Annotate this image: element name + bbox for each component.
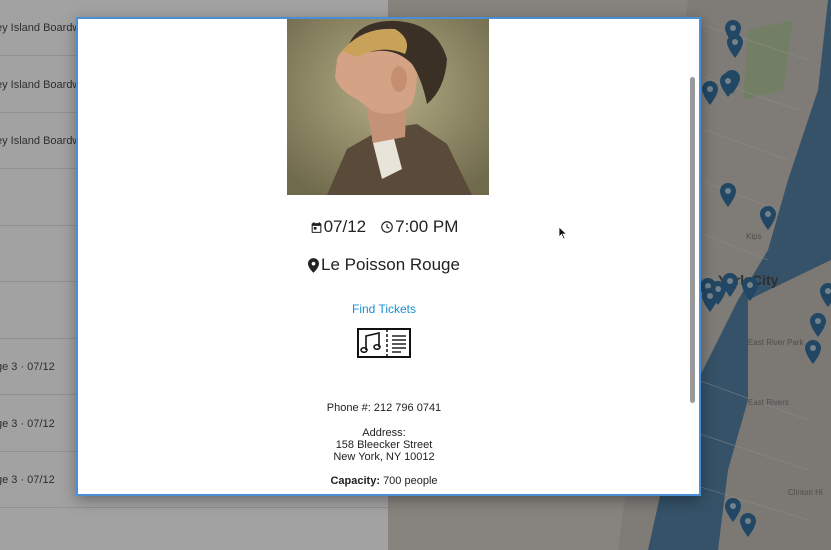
capacity-label: Capacity: — [330, 475, 380, 487]
venue-phone: Phone #: 212 796 0741 — [326, 402, 442, 414]
event-time: 7:00 PM — [380, 217, 458, 237]
clock-icon — [381, 221, 393, 233]
modal-scrollbar[interactable] — [690, 19, 696, 494]
calendar-icon — [311, 221, 321, 233]
venue-name: Le Poisson Rouge — [321, 255, 460, 274]
find-tickets-label: Find Tickets — [351, 302, 417, 316]
modal-scrollbar-thumb[interactable] — [690, 77, 695, 403]
capacity-value: 700 people — [383, 475, 438, 487]
ticket-button[interactable] — [78, 328, 690, 358]
music-ticket-icon — [357, 328, 411, 358]
venue-capacity: Capacity: 700 people — [78, 475, 690, 487]
find-tickets-link[interactable]: Find Tickets — [78, 302, 690, 316]
address-line-1: 158 Bleecker Street — [335, 439, 433, 451]
event-date-text: 07/12 — [323, 217, 367, 236]
address-label: Address: — [362, 427, 406, 439]
mouse-cursor-icon — [558, 226, 568, 240]
map-pin-icon — [308, 257, 320, 273]
event-datetime: 07/12 7:00 PM — [78, 217, 690, 237]
event-detail-modal: 07/12 7:00 PM Le Poisson Rouge Find Tick… — [76, 17, 701, 496]
event-time-text: 7:00 PM — [395, 217, 459, 236]
artist-photo — [287, 19, 489, 195]
event-date: 07/12 — [310, 217, 367, 237]
venue-address: Address: 158 Bleecker Street New York, N… — [78, 427, 690, 463]
event-venue: Le Poisson Rouge — [78, 255, 690, 275]
address-line-2: New York, NY 10012 — [333, 451, 435, 463]
